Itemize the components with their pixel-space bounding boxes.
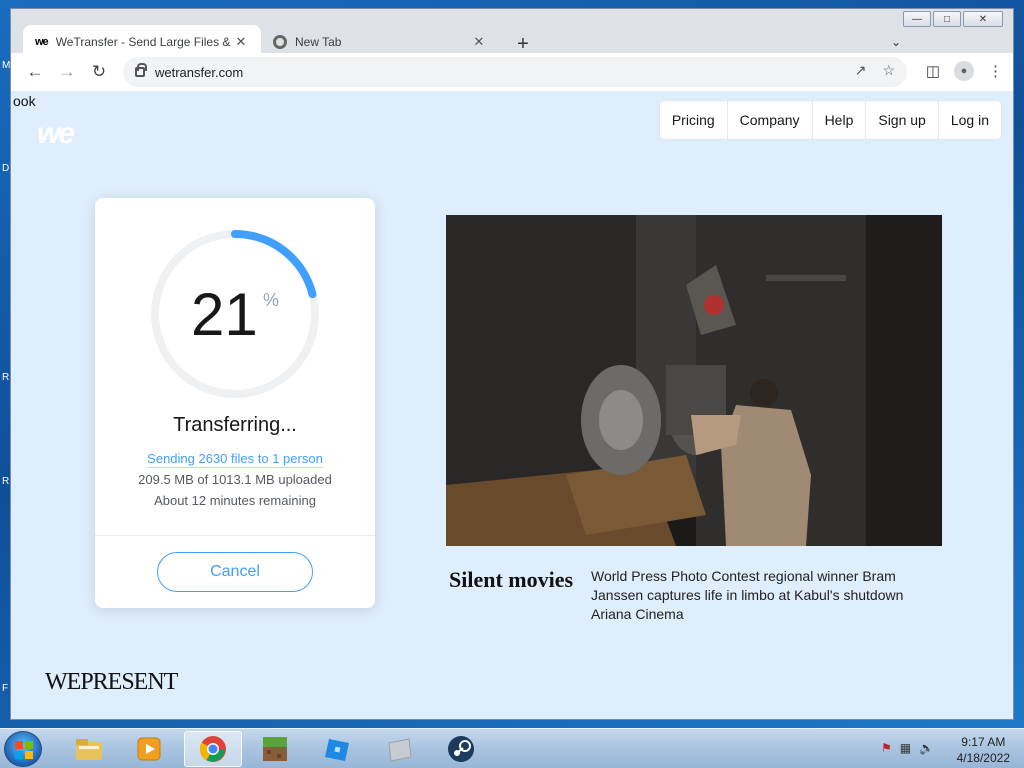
top-navigation: Pricing Company Help Sign up Log in (659, 101, 1001, 139)
back-arrow-icon[interactable]: ← (19, 56, 51, 88)
browser-window: — □ ✕ we WeTransfer - Send Large Files &… (10, 8, 1014, 720)
wetransfer-logo[interactable]: we (37, 117, 75, 151)
uploaded-info: 209.5 MB of 1013.1 MB uploaded (138, 472, 332, 487)
taskbar-clock[interactable]: 9:17 AM 4/18/2022 (957, 734, 1010, 766)
desktop-label[interactable]: D (2, 163, 9, 174)
close-tab-icon[interactable]: ✕ (233, 34, 249, 50)
tab-title: New Tab (295, 35, 342, 49)
menu-kebab-icon[interactable]: ⋮ (988, 62, 1003, 80)
unknown-app-icon (388, 738, 412, 762)
address-bar[interactable]: wetransfer.com ↗ ☆ (123, 57, 907, 87)
feature-title[interactable]: Silent movies (449, 567, 573, 593)
reload-icon[interactable]: ↻ (83, 56, 115, 88)
taskbar-app[interactable] (370, 731, 428, 767)
nav-sign-up[interactable]: Sign up (865, 101, 937, 139)
time-remaining: About 12 minutes remaining (154, 493, 316, 508)
close-tab-icon[interactable]: ✕ (471, 34, 487, 50)
chrome-favicon-icon (273, 35, 287, 49)
chrome-icon (199, 736, 226, 762)
action-center-flag-icon[interactable]: ⚑ (881, 741, 892, 755)
media-player-icon (137, 737, 161, 761)
profile-avatar-icon[interactable]: ● (954, 61, 974, 81)
system-tray: ⚑ ▦ 🔈 (881, 741, 934, 755)
cinema-projector-image (446, 215, 942, 546)
overflow-text: ook (13, 93, 36, 109)
card-divider (95, 535, 375, 536)
steam-icon (448, 736, 474, 762)
start-button[interactable] (4, 731, 42, 767)
minecraft-icon (263, 737, 287, 761)
clock-time: 9:17 AM (961, 735, 1006, 749)
network-icon[interactable]: ▦ (900, 741, 911, 755)
desktop-label[interactable]: F (2, 683, 8, 694)
nav-log-in[interactable]: Log in (937, 101, 1001, 139)
bookmark-star-icon[interactable]: ☆ (882, 62, 895, 79)
tab-search-chevron-icon[interactable]: ⌄ (891, 35, 901, 49)
browser-toolbar: ← → ↻ wetransfer.com ↗ ☆ ◫ ● ⋮ (11, 53, 1013, 91)
roblox-icon (325, 739, 349, 761)
desktop-label[interactable]: R (2, 372, 9, 383)
share-icon[interactable]: ↗ (855, 62, 867, 79)
url-text: wetransfer.com (155, 64, 244, 80)
wetransfer-favicon-icon: we (35, 36, 49, 48)
nav-pricing[interactable]: Pricing (660, 101, 727, 139)
taskbar-media-player[interactable] (120, 731, 178, 767)
volume-icon[interactable]: 🔈 (919, 741, 934, 755)
lock-icon[interactable] (135, 63, 147, 77)
windows-explorer-icon (76, 739, 102, 760)
taskbar-steam[interactable] (432, 731, 490, 767)
taskbar-roblox[interactable] (308, 731, 366, 767)
tab-title: WeTransfer - Send Large Files & Sha (55, 35, 233, 49)
desktop-label[interactable]: R (2, 476, 9, 487)
cancel-button[interactable]: Cancel (157, 552, 313, 592)
percent-sign: % (263, 290, 280, 310)
nav-company[interactable]: Company (726, 101, 812, 139)
transfer-status: Transferring... (173, 414, 297, 436)
wepresent-logo[interactable]: WEPRESENT (45, 669, 178, 696)
nav-help[interactable]: Help (811, 101, 866, 139)
tab-strip: we WeTransfer - Send Large Files & Sha ✕… (11, 19, 1013, 59)
progress-percent: 21 (191, 281, 258, 348)
web-page: ook we Pricing Company Help Sign up Log … (11, 91, 1013, 719)
feature-photo[interactable] (446, 215, 942, 546)
taskbar-chrome[interactable] (184, 731, 242, 767)
windows-logo-icon (15, 741, 33, 759)
taskbar-minecraft[interactable] (246, 731, 304, 767)
clock-date: 4/18/2022 (956, 751, 1010, 765)
windows-taskbar: ⚑ ▦ 🔈 9:17 AM 4/18/2022 (0, 728, 1024, 768)
toolbar-right: ◫ ● ⋮ (926, 61, 1003, 81)
sending-info[interactable]: Sending 2630 files to 1 person (95, 451, 375, 468)
feature-description[interactable]: World Press Photo Contest regional winne… (591, 567, 941, 624)
side-panel-icon[interactable]: ◫ (926, 62, 940, 80)
sending-info-text[interactable]: Sending 2630 files to 1 person (147, 451, 323, 468)
taskbar-explorer[interactable] (60, 731, 118, 767)
forward-arrow-icon[interactable]: → (51, 56, 83, 88)
omnibox-actions: ↗ ☆ (855, 62, 895, 79)
transfer-card: 21 % Transferring... Sending 2630 files … (95, 198, 375, 608)
